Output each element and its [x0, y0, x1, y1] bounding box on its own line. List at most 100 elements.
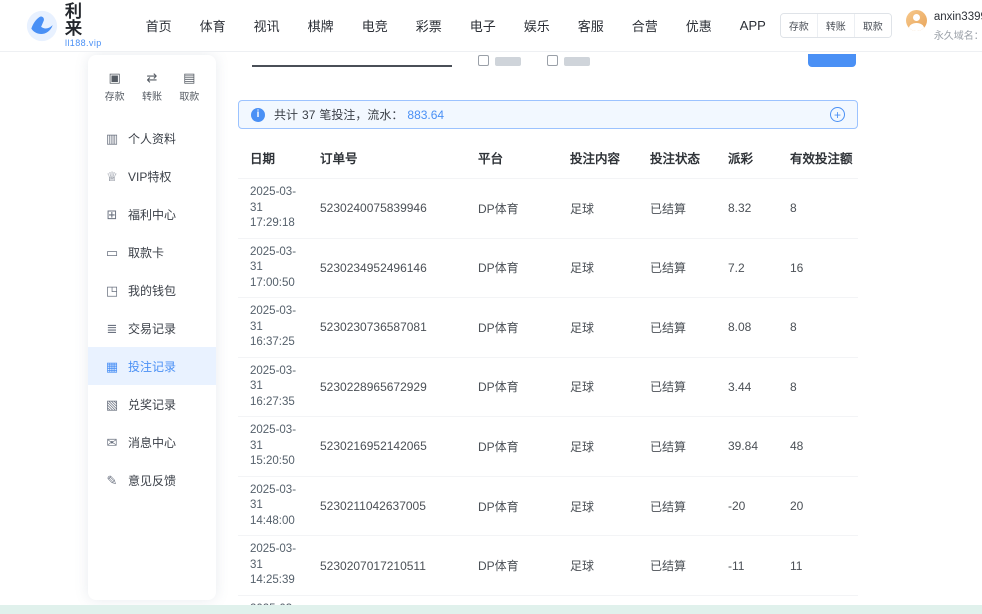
cell-order-number: 5230216952142065 — [314, 417, 472, 477]
sidebar-item-feedback[interactable]: ✎ 意见反馈 — [88, 461, 216, 499]
nav-item-esports[interactable]: 电竞 — [348, 0, 402, 51]
sidebar-item-wallet[interactable]: ◳ 我的钱包 — [88, 271, 216, 309]
bet-records-table: 日期订单号平台投注内容投注状态派彩有效投注额 2025-03-31 17:29:… — [238, 135, 858, 614]
feedback-icon: ✎ — [105, 474, 119, 487]
table-row: 2025-03-31 16:27:35 5230228965672929 DP体… — [238, 357, 858, 417]
quick-deposit[interactable]: ▣ 存款 — [105, 71, 125, 103]
brand-logo-icon — [26, 10, 58, 42]
quick-withdraw[interactable]: ▤ 取款 — [179, 71, 199, 103]
filter-option-1[interactable] — [478, 54, 521, 67]
top-header: 利来 ll188.vip 首页体育视讯棋牌电竞彩票电子娱乐客服合营优惠APP 存… — [0, 0, 982, 52]
header-deposit-button[interactable]: 存款 — [781, 14, 817, 37]
column-header: 日期 — [238, 135, 314, 179]
cell-order-number: 5230240075839946 — [314, 179, 472, 239]
filter-option-2[interactable] — [547, 54, 590, 67]
cell-bet-content: 足球 — [564, 536, 644, 596]
table-header-row: 日期订单号平台投注内容投注状态派彩有效投注额 — [238, 135, 858, 179]
brand-name: 利来 — [65, 3, 102, 37]
filter-search-button[interactable] — [808, 54, 856, 67]
nav-item-card-games[interactable]: 棋牌 — [294, 0, 348, 51]
cell-date: 2025-03-31 14:25:39 — [238, 536, 314, 596]
wallet-icon: ◳ — [105, 284, 119, 297]
cell-bet-status: 已结算 — [644, 476, 722, 536]
summary-text: 共计 37 笔投注，流水： 883.64 — [274, 106, 444, 123]
cell-date: 2025-03-31 16:37:25 — [238, 298, 314, 358]
cell-bet-status: 已结算 — [644, 417, 722, 477]
sidebar-menu: ▥ 个人资料 ♕ VIP特权 ⊞ 福利中心 ▭ 取款卡 ◳ 我的钱包 ≣ 交易记… — [88, 119, 216, 499]
sidebar-item-redeem-records[interactable]: ▧ 兑奖记录 — [88, 385, 216, 423]
filter-date-input[interactable] — [252, 54, 452, 67]
crown-icon: ♕ — [105, 170, 119, 183]
cell-bet-content: 足球 — [564, 238, 644, 298]
nav-item-customer-service[interactable]: 客服 — [564, 0, 618, 51]
cell-order-number: 5230234952496146 — [314, 238, 472, 298]
sidebar-item-profile[interactable]: ▥ 个人资料 — [88, 119, 216, 157]
filter-option-icon — [478, 55, 489, 66]
table-row: 2025-03-31 16:37:25 5230230736587081 DP体… — [238, 298, 858, 358]
sidebar-item-bet-records[interactable]: ▦ 投注记录 — [88, 347, 216, 385]
circle-plus-icon[interactable]: + — [830, 107, 845, 122]
page-root: 利来 ll188.vip 首页体育视讯棋牌电竞彩票电子娱乐客服合营优惠APP 存… — [0, 0, 982, 614]
user-avatar[interactable] — [906, 10, 927, 31]
cell-payout: -20 — [722, 476, 784, 536]
nav-item-app[interactable]: APP — [726, 0, 780, 51]
cell-payout: 3.44 — [722, 357, 784, 417]
cell-valid-bet: 8 — [784, 298, 858, 358]
sidebar-item-withdraw-card[interactable]: ▭ 取款卡 — [88, 233, 216, 271]
nav-item-promotions[interactable]: 优惠 — [672, 0, 726, 51]
cell-platform: DP体育 — [472, 238, 564, 298]
cell-platform: DP体育 — [472, 476, 564, 536]
column-header: 平台 — [472, 135, 564, 179]
username[interactable]: anxin3399 — [934, 11, 982, 23]
cell-bet-status: 已结算 — [644, 179, 722, 239]
permanent-domain: 永久域名：ll188.vip | ll188... — [934, 27, 982, 42]
nav-item-slots[interactable]: 电子 — [456, 0, 510, 51]
nav-item-lottery[interactable]: 彩票 — [402, 0, 456, 51]
user-block: anxin3399 总资产：1363.49元 永久域名：ll188.vip | … — [906, 9, 982, 42]
header-withdraw-button[interactable]: 取款 — [854, 14, 891, 37]
deposit-icon: ▣ — [109, 71, 121, 84]
id-card-icon: ▥ — [105, 132, 119, 145]
sidebar-item-vip[interactable]: ♕ VIP特权 — [88, 157, 216, 195]
table-row: 2025-03-31 14:25:39 5230207017210511 DP体… — [238, 536, 858, 596]
quick-transfer[interactable]: ⇄ 转账 — [142, 71, 162, 103]
footer-strip — [0, 605, 982, 614]
ledger-icon: ≣ — [105, 322, 119, 335]
cell-valid-bet: 20 — [784, 476, 858, 536]
nav-item-affiliate[interactable]: 合营 — [618, 0, 672, 51]
summary-bar: i 共计 37 笔投注，流水： 883.64 + — [238, 100, 858, 129]
nav-item-entertainment[interactable]: 娱乐 — [510, 0, 564, 51]
sidebar: ▣ 存款 ⇄ 转账 ▤ 取款 ▥ 个人资料 ♕ VIP特权 ⊞ — [88, 55, 216, 600]
cell-bet-content: 足球 — [564, 357, 644, 417]
bet-table-body: 2025-03-31 17:29:18 5230240075839946 DP体… — [238, 179, 858, 614]
nav-item-live-casino[interactable]: 视讯 — [240, 0, 294, 51]
nav-item-sports[interactable]: 体育 — [186, 0, 240, 51]
cell-bet-status: 已结算 — [644, 298, 722, 358]
header-transfer-button[interactable]: 转账 — [817, 14, 854, 37]
sidebar-item-message-center[interactable]: ✉ 消息中心 — [88, 423, 216, 461]
brand-logo[interactable]: 利来 ll188.vip — [26, 3, 102, 48]
cell-bet-content: 足球 — [564, 298, 644, 358]
sidebar-item-transaction-records[interactable]: ≣ 交易记录 — [88, 309, 216, 347]
cell-valid-bet: 11 — [784, 536, 858, 596]
cell-date: 2025-03-31 17:00:50 — [238, 238, 314, 298]
cell-platform: DP体育 — [472, 298, 564, 358]
cell-bet-status: 已结算 — [644, 357, 722, 417]
cell-payout: 39.84 — [722, 417, 784, 477]
cell-platform: DP体育 — [472, 417, 564, 477]
sidebar-item-benefits[interactable]: ⊞ 福利中心 — [88, 195, 216, 233]
cell-bet-content: 足球 — [564, 417, 644, 477]
turnover-value: 883.64 — [407, 108, 444, 122]
cell-bet-status: 已结算 — [644, 238, 722, 298]
nav-item-home[interactable]: 首页 — [132, 0, 186, 51]
sidebar-quick-actions: ▣ 存款 ⇄ 转账 ▤ 取款 — [88, 67, 216, 113]
cell-order-number: 5230207017210511 — [314, 536, 472, 596]
table-row: 2025-03-31 17:29:18 5230240075839946 DP体… — [238, 179, 858, 239]
column-header: 投注状态 — [644, 135, 722, 179]
main-content: i 共计 37 笔投注，流水： 883.64 + 日期订单号平台投注内容投注状态… — [228, 52, 868, 608]
cell-date: 2025-03-31 17:29:18 — [238, 179, 314, 239]
redeem-icon: ▧ — [105, 398, 119, 411]
mail-icon: ✉ — [105, 436, 119, 449]
cell-payout: 8.08 — [722, 298, 784, 358]
brand-domain: ll188.vip — [65, 39, 102, 48]
